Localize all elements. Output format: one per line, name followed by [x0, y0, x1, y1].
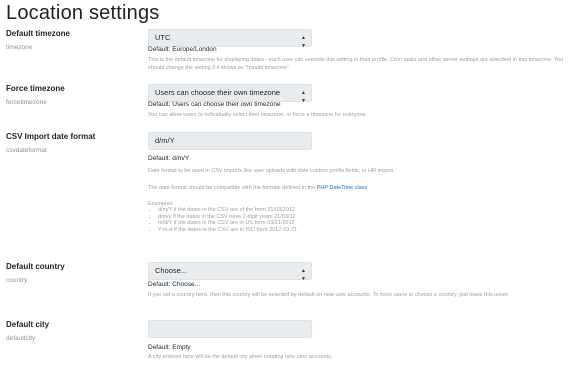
setting-label: CSV Import date format [6, 132, 96, 141]
setting-description: This is the default timezone for display… [148, 57, 564, 71]
setting-description: A city entered here will be the default … [148, 354, 333, 360]
setting-label: Default timezone [6, 29, 71, 38]
setting-key: timezone [6, 44, 33, 51]
force-timezone-select[interactable]: Users can choose their own timezone ▲ ▼ [148, 84, 312, 104]
setting-default: Default: Choose... [148, 281, 201, 288]
setting-label: Force timezone [6, 84, 65, 93]
country-select[interactable]: Choose... ▲ ▼ [148, 262, 312, 282]
setting-default: Default: Empty [148, 344, 191, 351]
setting-description-2: The date format should be compatible wit… [148, 184, 568, 192]
setting-description: If you set a country here, then this cou… [148, 292, 510, 298]
setting-label: Default country [6, 262, 65, 271]
timezone-select[interactable]: UTC ▲ ▼ [148, 29, 312, 49]
setting-default: Default: Users can choose their own time… [148, 101, 281, 108]
up-down-caret-icon: ▲ ▼ [301, 90, 306, 104]
select-value: Choose... [155, 266, 188, 275]
setting-description: Date format to be used in CSV imports li… [148, 168, 395, 174]
php-datetime-link[interactable]: PHP DateTime class [317, 185, 367, 191]
select-value: UTC [155, 33, 171, 42]
input-value: d/m/Y [155, 136, 175, 145]
csv-date-format-input[interactable]: d/m/Y [148, 132, 312, 150]
up-down-caret-icon: ▲ ▼ [301, 268, 306, 282]
setting-default: Default: d/m/Y [148, 155, 190, 162]
setting-default: Default: Europe/London [148, 46, 217, 53]
description-text: The date format should be compatible wit… [148, 185, 317, 191]
select-value: Users can choose their own timezone [155, 88, 281, 97]
page-title: Location settings [6, 2, 160, 24]
up-down-caret-icon: ▲ ▼ [301, 35, 306, 49]
setting-label: Default city [6, 320, 50, 329]
setting-key: csvdateformat [6, 147, 47, 154]
default-city-input[interactable] [148, 320, 312, 338]
setting-key: country [6, 277, 28, 284]
setting-key: defaultcity [6, 335, 36, 342]
example-item: Y-m-d if the dates in the CSV are in ISO… [158, 227, 568, 233]
examples: Examples: d/m/Y if the dates in the CSV … [148, 201, 568, 233]
setting-description: You can allow users to individually sele… [148, 112, 367, 118]
setting-key: forcetimezone [6, 99, 47, 106]
